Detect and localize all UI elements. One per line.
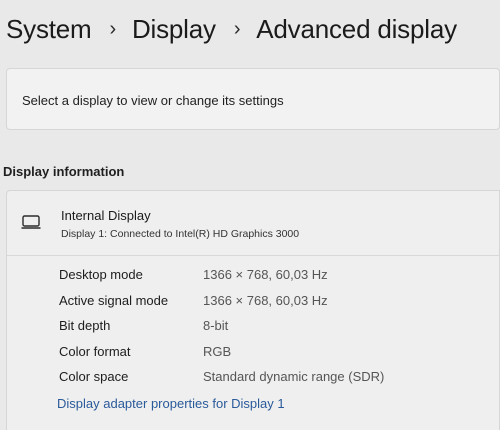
info-label: Color space <box>59 369 129 384</box>
breadcrumb-display[interactable]: Display <box>132 14 216 45</box>
display-subtitle: Display 1: Connected to Intel(R) HD Grap… <box>61 228 300 240</box>
info-label: Color format <box>59 343 131 359</box>
chevron-right-icon: › <box>233 18 241 40</box>
breadcrumb: System › Display › Advanced display <box>6 14 457 45</box>
info-value: 8-bit <box>203 318 229 333</box>
info-label: Bit depth <box>59 318 111 333</box>
info-value: 1366 × 768, 60,03 Hz <box>203 292 328 308</box>
info-value: Standard dynamic range (SDR) <box>203 369 385 384</box>
info-label: Active signal mode <box>59 292 169 308</box>
breadcrumb-system[interactable]: System <box>6 14 92 45</box>
info-label: Desktop mode <box>59 267 143 282</box>
page-title: Advanced display <box>256 14 457 44</box>
select-display-card[interactable]: Select a display to view or change its s… <box>6 68 500 130</box>
select-display-label: Select a display to view or change its s… <box>22 93 284 108</box>
display-adapter-properties-link[interactable]: Display adapter properties for Display 1 <box>57 396 285 411</box>
display-name: Internal Display <box>61 208 151 223</box>
section-title: Display information <box>3 164 125 179</box>
monitor-icon <box>21 215 41 229</box>
chevron-right-icon: › <box>109 18 116 40</box>
info-value: 1366 × 768, 60,03 Hz <box>203 267 328 282</box>
display-information-card: Internal Display Display 1: Connected to… <box>6 190 500 430</box>
info-value: RGB <box>203 343 232 359</box>
display-header: Internal Display Display 1: Connected to… <box>7 191 499 256</box>
